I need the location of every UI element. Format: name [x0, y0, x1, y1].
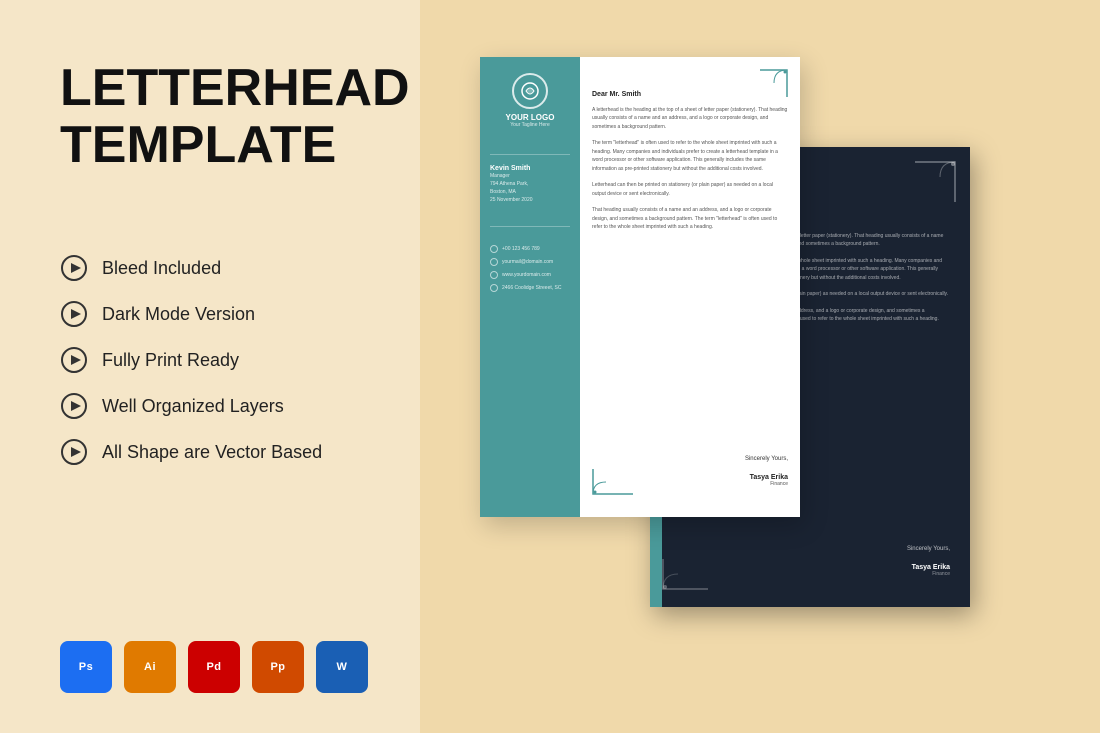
dark-sign-name: Tasya Erika	[907, 564, 950, 571]
sign-role: Finance	[745, 481, 788, 487]
feature-bleed-label: Bleed Included	[102, 258, 221, 279]
feature-vector-label: All Shape are Vector Based	[102, 442, 322, 463]
sender-address: 794 Athena Park,	[490, 180, 570, 188]
features-list: Bleed Included Dark Mode Version Fully P…	[60, 254, 380, 466]
feature-layers-label: Well Organized Layers	[102, 396, 284, 417]
doc-body: Dear Mr. Smith A letterhead is the headi…	[580, 57, 800, 517]
address-icon	[490, 284, 498, 292]
title-line2: TEMPLATE	[60, 116, 336, 174]
sender-name: Kevin Smith	[490, 165, 570, 172]
phone-icon	[490, 245, 498, 253]
document-container: Dear Mr. Smith A letterhead is the headi…	[450, 27, 1070, 707]
feature-print: Fully Print Ready	[60, 346, 380, 374]
dark-corner-decoration	[905, 157, 960, 217]
corner-decoration-top	[752, 65, 792, 110]
signature-area: Sincerely Yours, Tasya Erika Finance	[745, 456, 788, 487]
left-panel: LETTERHEAD TEMPLATE Bleed Included Dark …	[0, 0, 420, 733]
body-text-3: Letterhead can then be printed on statio…	[592, 181, 788, 198]
sender-info: Kevin Smith Manager 794 Athena Park, Bos…	[490, 165, 570, 204]
doc-light: YOUR LOGO Your Tagline Here Kevin Smith …	[480, 57, 800, 517]
sender-date: 25 November 2020	[490, 196, 570, 204]
address-row: 2466 Coolidge Streeet, SC	[490, 284, 570, 292]
sender-role: Manager	[490, 172, 570, 180]
main-title: LETTERHEAD TEMPLATE	[60, 60, 380, 174]
feature-vector: All Shape are Vector Based	[60, 438, 380, 466]
feature-dark-label: Dark Mode Version	[102, 304, 255, 325]
doc-sidebar: YOUR LOGO Your Tagline Here Kevin Smith …	[480, 57, 580, 517]
right-panel: Dear Mr. Smith A letterhead is the headi…	[420, 0, 1100, 733]
play-circle-icon-4	[60, 392, 88, 420]
dark-sign-role: Finance	[907, 571, 950, 577]
dark-closing: Sincerely Yours,	[907, 546, 950, 552]
address-text: 2466 Coolidge Streeet, SC	[502, 285, 561, 291]
play-circle-icon-3	[60, 346, 88, 374]
body-text-4: That heading usually consists of a name …	[592, 206, 788, 232]
body-text-2: The term "letterhead" is often used to r…	[592, 139, 788, 173]
logo-text: YOUR LOGO	[490, 113, 570, 122]
play-circle-icon	[60, 254, 88, 282]
phone-row: +00 123 456 789	[490, 245, 570, 253]
sender-city: Boston, MA	[490, 188, 570, 196]
feature-print-label: Fully Print Ready	[102, 350, 239, 371]
logo-circle	[512, 73, 548, 109]
powerpoint-icon: Pp	[252, 641, 304, 693]
contact-info: +00 123 456 789 yourmail@domain.com www.…	[490, 245, 570, 297]
website-text: www.yourdomain.com	[502, 272, 551, 278]
email-text: yourmail@domain.com	[502, 259, 553, 265]
phone-text: +00 123 456 789	[502, 246, 540, 252]
website-row: www.yourdomain.com	[490, 271, 570, 279]
logo-area: YOUR LOGO Your Tagline Here	[490, 73, 570, 128]
email-icon	[490, 258, 498, 266]
dark-bottom-corner	[658, 554, 713, 599]
sign-closing: Sincerely Yours,	[745, 456, 788, 462]
feature-bleed: Bleed Included	[60, 254, 380, 282]
website-icon	[490, 271, 498, 279]
play-circle-icon-5	[60, 438, 88, 466]
photoshop-icon: Ps	[60, 641, 112, 693]
email-row: yourmail@domain.com	[490, 258, 570, 266]
word-icon: W	[316, 641, 368, 693]
title-line1: LETTERHEAD	[60, 59, 410, 117]
play-circle-icon-2	[60, 300, 88, 328]
logo-tagline: Your Tagline Here	[490, 122, 570, 128]
illustrator-icon: Ai	[124, 641, 176, 693]
dark-signature: Sincerely Yours, Tasya Erika Finance	[907, 546, 950, 577]
corner-decoration-bottom	[588, 464, 638, 509]
sign-name: Tasya Erika	[745, 474, 788, 481]
feature-dark: Dark Mode Version	[60, 300, 380, 328]
feature-layers: Well Organized Layers	[60, 392, 380, 420]
software-icons: Ps Ai Pd Pp W	[60, 641, 380, 693]
acrobat-icon: Pd	[188, 641, 240, 693]
